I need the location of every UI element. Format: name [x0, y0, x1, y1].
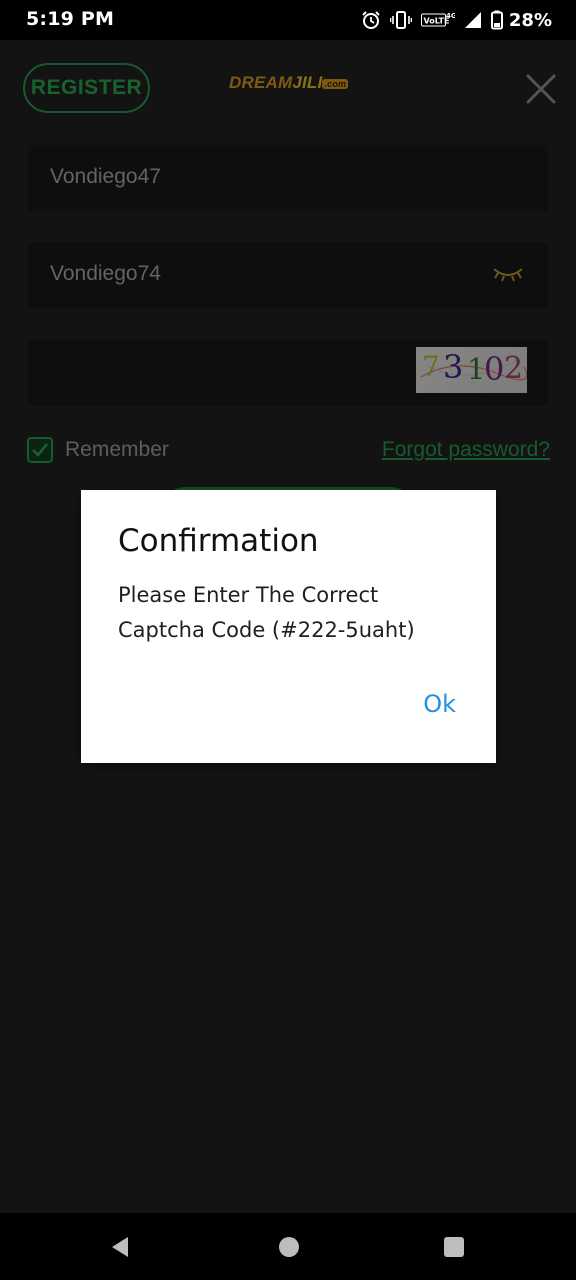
battery-percent: 28%: [508, 9, 552, 31]
confirmation-dialog: Confirmation Please Enter The Correct Ca…: [81, 490, 496, 763]
network-type-text: 4G: [446, 12, 455, 20]
home-icon[interactable]: [277, 1235, 301, 1259]
vibrate-icon: [389, 11, 412, 29]
signal-icon: [464, 12, 481, 28]
recents-icon[interactable]: [443, 1236, 465, 1258]
alarm-icon: [362, 11, 380, 29]
battery-icon: [490, 10, 503, 30]
dialog-message: Please Enter The Correct Captcha Code (#…: [118, 583, 415, 642]
back-icon[interactable]: [108, 1235, 132, 1259]
status-bar: 5:19 PM VoLTE 4G 28%: [0, 0, 576, 40]
system-nav-bar: [0, 1213, 576, 1280]
status-time: 5:19 PM: [26, 8, 115, 30]
status-icons: VoLTE 4G 28%: [361, 8, 552, 32]
volte-icon: VoLTE 4G: [420, 12, 455, 27]
ok-button[interactable]: Ok: [423, 690, 456, 718]
dialog-title: Confirmation: [118, 523, 319, 559]
